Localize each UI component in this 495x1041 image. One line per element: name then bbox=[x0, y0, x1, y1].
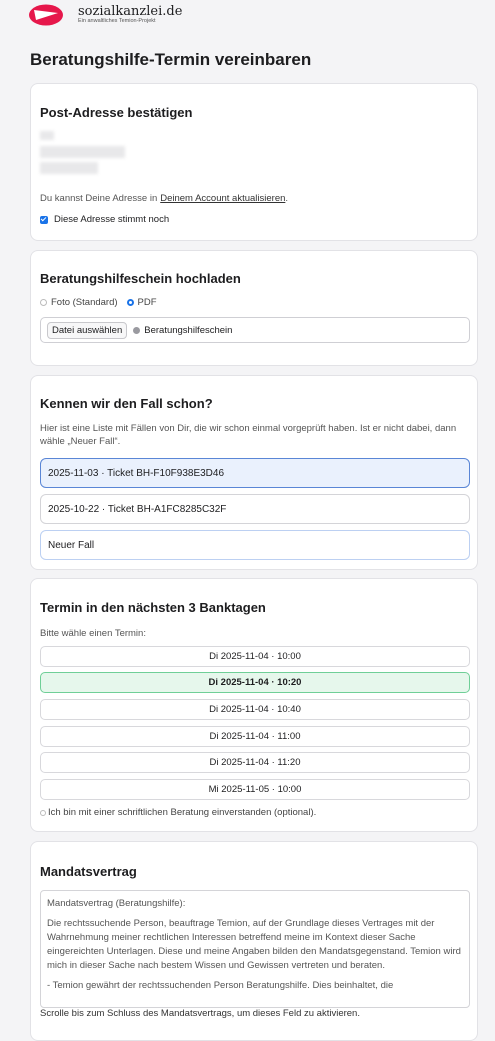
address-confirm-label: Diese Adresse stimmt noch bbox=[54, 214, 170, 225]
time-slot[interactable]: Di 2025-11-04 · 10:00 bbox=[40, 646, 470, 667]
mandate-heading: Mandatsvertrag (Beratungshilfe): bbox=[47, 898, 186, 909]
pdf-radio[interactable] bbox=[126, 299, 134, 306]
time-slot[interactable]: Di 2025-11-04 · 11:00 bbox=[40, 726, 470, 747]
mandate-paragraph: - Temion gewährt der rechtssuchenden Per… bbox=[47, 980, 394, 991]
appointment-title: Termin in den nächsten 3 Banktagen bbox=[40, 600, 266, 615]
upload-title: Beratungshilfeschein hochladen bbox=[40, 271, 241, 286]
mandate-textarea[interactable]: Mandatsvertrag (Beratungshilfe): Die rec… bbox=[40, 890, 470, 1008]
logo-text[interactable]: sozialkanzlei.de Ein anwaltliches Temion… bbox=[78, 5, 182, 25]
mandate-scroll-hint: Scrolle bis zum Schluss des Mandatsvertr… bbox=[40, 1008, 360, 1019]
written-consent-label: Ich bin mit einer schriftlichen Beratung… bbox=[48, 807, 317, 818]
address-line-redacted bbox=[40, 162, 98, 174]
choose-file-button[interactable]: Datei auswählen bbox=[47, 321, 128, 339]
logo-name: sozialkanzlei.de bbox=[78, 4, 183, 20]
logo-subtitle: Ein anwaltliches Temion-Projekt bbox=[78, 18, 156, 25]
pdf-option-label: PDF bbox=[137, 297, 157, 308]
address-confirm-checkbox[interactable] bbox=[40, 215, 48, 224]
address-line-redacted bbox=[40, 146, 125, 158]
file-input[interactable]: Datei auswählen Beratungshilfeschein bbox=[40, 317, 470, 343]
time-slot[interactable]: Di 2025-11-04 · 10:40 bbox=[40, 699, 470, 720]
address-hint-text: Du kannst Deine Adresse in bbox=[40, 193, 158, 204]
mandate-paragraph: Die rechtssuchende Person, beauftrage Te… bbox=[47, 918, 461, 971]
cases-card: Kennen wir den Fall schon? Hier ist eine… bbox=[30, 375, 478, 570]
address-hint: Du kannst Deine Adresse in Deinem Accoun… bbox=[40, 193, 288, 204]
time-slot[interactable]: Di 2025-11-04 · 11:20 bbox=[40, 752, 470, 773]
mandate-title: Mandatsvertrag bbox=[40, 864, 137, 879]
address-card: Post-Adresse bestätigen Du kannst Deine … bbox=[30, 83, 478, 241]
photo-radio[interactable] bbox=[40, 299, 47, 306]
upload-card: Beratungshilfeschein hochladen Foto (Sta… bbox=[30, 250, 478, 366]
mandate-card: Mandatsvertrag Mandatsvertrag (Beratungs… bbox=[30, 841, 478, 1041]
case-option[interactable]: 2025-11-03 · Ticket BH-F10F938E3D46 bbox=[40, 458, 470, 488]
address-line-redacted bbox=[40, 131, 54, 140]
case-option[interactable]: 2025-10-22 · Ticket BH-A1FC8285C32F bbox=[40, 494, 470, 524]
address-hint-suffix: . bbox=[285, 193, 289, 204]
written-consent-row[interactable]: Ich bin mit einer schriftlichen Beratung… bbox=[40, 807, 316, 818]
file-icon bbox=[133, 326, 141, 334]
file-name: Beratungshilfeschein bbox=[144, 324, 233, 336]
logo-icon[interactable] bbox=[28, 4, 68, 26]
address-title: Post-Adresse bestätigen bbox=[40, 105, 193, 120]
cases-title: Kennen wir den Fall schon? bbox=[40, 396, 213, 411]
page-title: Beratungshilfe-Termin vereinbaren bbox=[30, 50, 312, 69]
time-slot-selected[interactable]: Di 2025-11-04 · 10:20 bbox=[40, 672, 470, 693]
time-slot[interactable]: Mi 2025-11-05 · 10:00 bbox=[40, 779, 470, 800]
upload-type-options: Foto (Standard) PDF bbox=[40, 297, 157, 308]
appointment-card: Termin in den nächsten 3 Banktagen Bitte… bbox=[30, 578, 478, 832]
appointment-prompt: Bitte wähle einen Termin: bbox=[40, 628, 146, 639]
account-update-link[interactable]: Deinem Account aktualisieren bbox=[160, 193, 285, 204]
photo-option-label: Foto (Standard) bbox=[51, 297, 118, 308]
written-consent-checkbox[interactable] bbox=[40, 809, 46, 816]
new-case-option[interactable]: Neuer Fall bbox=[40, 530, 470, 560]
address-confirm-row[interactable]: Diese Adresse stimmt noch bbox=[40, 214, 169, 225]
cases-description: Hier ist eine Liste mit Fällen von Dir, … bbox=[40, 423, 457, 447]
site-header: sozialkanzlei.de Ein anwaltliches Temion… bbox=[0, 0, 495, 30]
